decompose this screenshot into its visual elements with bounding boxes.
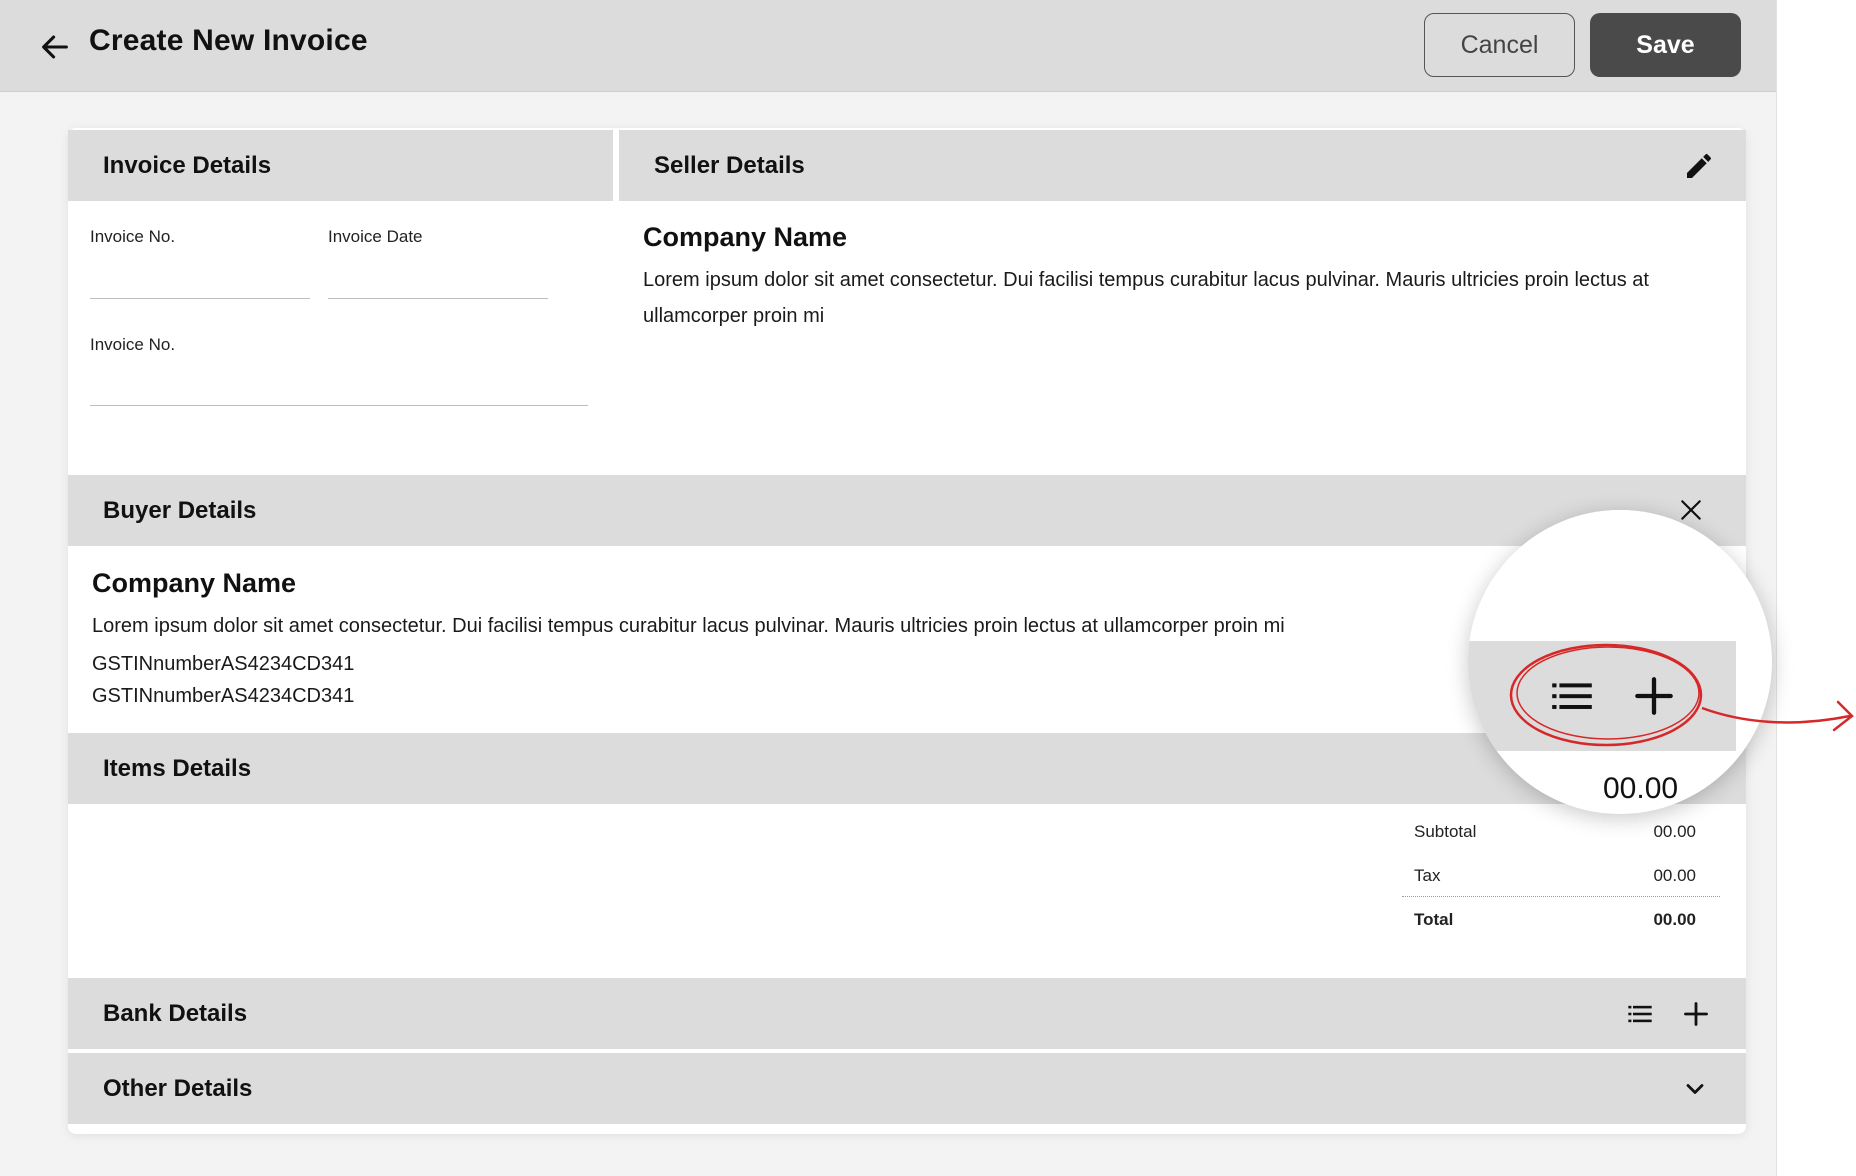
invoice-no-label: Invoice No. [90,227,176,246]
invoice-date-label: Invoice Date [328,227,423,246]
zoom-amount: 00.00 [1603,772,1679,805]
buyer-address: Lorem ipsum dolor sit amet consectetur. … [92,615,1285,637]
total-value: 00.00 [1653,910,1696,929]
back-arrow-icon[interactable] [38,30,72,64]
seller-company-name: Company Name [643,222,848,252]
section-title: Invoice Details [103,152,272,179]
page-title: Create New Invoice [89,24,368,57]
annotation-overlay [1509,643,1854,747]
invoice-no-input[interactable] [90,256,314,284]
list-icon[interactable] [1626,1000,1654,1028]
buyer-gstin: GSTINnumberAS4234CD341 [92,653,355,675]
section-title: Bank Details [103,1000,248,1027]
subtotal-label: Subtotal [1414,822,1477,841]
invoice-no-2-input[interactable] [90,364,592,392]
totals-divider [1402,896,1720,897]
section-title: Seller Details [654,152,805,179]
buyer-gstin: GSTINnumberAS4234CD341 [92,685,355,707]
tax-value: 00.00 [1653,866,1696,885]
chevron-down-icon[interactable] [1681,1075,1709,1103]
buyer-company-name: Company Name [92,568,297,598]
zoom-white-area [1468,510,1708,640]
section-title: Buyer Details [103,497,257,524]
invoice-no-underline [90,298,310,299]
total-label: Total [1414,910,1454,929]
annotation-arrow [1701,706,1851,724]
annotation-circle [1516,646,1700,740]
plus-icon[interactable] [1682,1000,1710,1028]
bank-details-header: Bank Details [68,978,1746,1049]
save-button[interactable]: Save [1590,13,1741,77]
cancel-button[interactable]: Cancel [1424,13,1575,77]
top-bar: Create New Invoice Cancel Save [0,0,1776,92]
invoice-details-header: Invoice Details [68,130,613,201]
other-details-header[interactable]: Other Details [68,1053,1746,1124]
tax-label: Tax [1414,866,1441,885]
invoice-no-2-label: Invoice No. [90,335,176,354]
invoice-no-2-underline [90,405,588,406]
seller-address: Lorem ipsum dolor sit amet consectetur. … [643,269,1649,327]
subtotal-value: 00.00 [1653,822,1696,841]
seller-details-header: Seller Details [619,130,1746,201]
invoice-date-underline [328,298,548,299]
invoice-date-input[interactable] [328,256,552,284]
pencil-icon[interactable] [1683,150,1715,182]
section-title: Other Details [103,1075,253,1102]
section-title: Items Details [103,755,252,782]
